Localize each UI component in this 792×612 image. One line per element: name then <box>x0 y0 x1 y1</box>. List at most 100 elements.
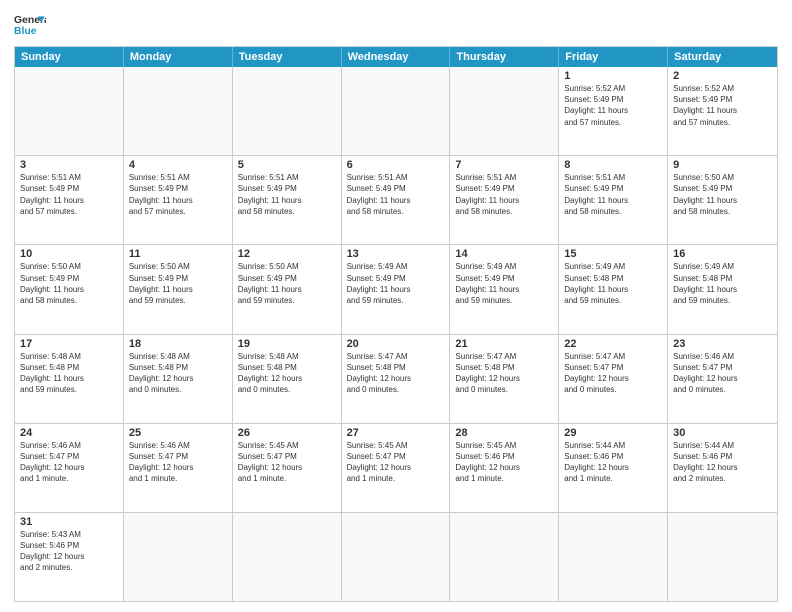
calendar-cell: 14Sunrise: 5:49 AM Sunset: 5:49 PM Dayli… <box>450 245 559 333</box>
weekday-header-friday: Friday <box>559 47 668 67</box>
day-number: 17 <box>20 338 118 350</box>
calendar-cell <box>124 513 233 601</box>
day-number: 28 <box>455 427 553 439</box>
calendar-cell: 23Sunrise: 5:46 AM Sunset: 5:47 PM Dayli… <box>668 335 777 423</box>
calendar-cell: 27Sunrise: 5:45 AM Sunset: 5:47 PM Dayli… <box>342 424 451 512</box>
day-info: Sunrise: 5:51 AM Sunset: 5:49 PM Dayligh… <box>20 172 118 217</box>
day-number: 18 <box>129 338 227 350</box>
calendar-cell: 8Sunrise: 5:51 AM Sunset: 5:49 PM Daylig… <box>559 156 668 244</box>
day-number: 19 <box>238 338 336 350</box>
day-number: 24 <box>20 427 118 439</box>
weekday-header-saturday: Saturday <box>668 47 777 67</box>
day-info: Sunrise: 5:46 AM Sunset: 5:47 PM Dayligh… <box>129 440 227 485</box>
day-info: Sunrise: 5:49 AM Sunset: 5:49 PM Dayligh… <box>455 261 553 306</box>
day-number: 12 <box>238 248 336 260</box>
weekday-header-thursday: Thursday <box>450 47 559 67</box>
day-info: Sunrise: 5:43 AM Sunset: 5:46 PM Dayligh… <box>20 529 118 574</box>
day-number: 30 <box>673 427 772 439</box>
day-number: 26 <box>238 427 336 439</box>
calendar-row-4: 24Sunrise: 5:46 AM Sunset: 5:47 PM Dayli… <box>15 423 777 512</box>
calendar-cell: 29Sunrise: 5:44 AM Sunset: 5:46 PM Dayli… <box>559 424 668 512</box>
day-info: Sunrise: 5:51 AM Sunset: 5:49 PM Dayligh… <box>564 172 662 217</box>
day-number: 3 <box>20 159 118 171</box>
day-number: 1 <box>564 70 662 82</box>
weekday-header-tuesday: Tuesday <box>233 47 342 67</box>
calendar-cell: 1Sunrise: 5:52 AM Sunset: 5:49 PM Daylig… <box>559 67 668 155</box>
calendar-body: 1Sunrise: 5:52 AM Sunset: 5:49 PM Daylig… <box>15 67 777 601</box>
calendar-cell: 12Sunrise: 5:50 AM Sunset: 5:49 PM Dayli… <box>233 245 342 333</box>
day-info: Sunrise: 5:51 AM Sunset: 5:49 PM Dayligh… <box>238 172 336 217</box>
day-info: Sunrise: 5:46 AM Sunset: 5:47 PM Dayligh… <box>20 440 118 485</box>
calendar-row-5: 31Sunrise: 5:43 AM Sunset: 5:46 PM Dayli… <box>15 512 777 601</box>
day-number: 14 <box>455 248 553 260</box>
header: General Blue <box>14 10 778 42</box>
page: General Blue SundayMondayTuesdayWednesda… <box>0 0 792 612</box>
calendar-cell: 11Sunrise: 5:50 AM Sunset: 5:49 PM Dayli… <box>124 245 233 333</box>
day-info: Sunrise: 5:50 AM Sunset: 5:49 PM Dayligh… <box>238 261 336 306</box>
day-number: 15 <box>564 248 662 260</box>
day-number: 5 <box>238 159 336 171</box>
day-number: 11 <box>129 248 227 260</box>
day-number: 4 <box>129 159 227 171</box>
day-number: 6 <box>347 159 445 171</box>
day-info: Sunrise: 5:51 AM Sunset: 5:49 PM Dayligh… <box>455 172 553 217</box>
day-number: 22 <box>564 338 662 350</box>
day-info: Sunrise: 5:49 AM Sunset: 5:49 PM Dayligh… <box>347 261 445 306</box>
calendar-cell: 31Sunrise: 5:43 AM Sunset: 5:46 PM Dayli… <box>15 513 124 601</box>
day-info: Sunrise: 5:52 AM Sunset: 5:49 PM Dayligh… <box>673 83 772 128</box>
calendar-cell <box>450 513 559 601</box>
calendar-cell: 20Sunrise: 5:47 AM Sunset: 5:48 PM Dayli… <box>342 335 451 423</box>
day-info: Sunrise: 5:48 AM Sunset: 5:48 PM Dayligh… <box>129 351 227 396</box>
calendar-cell <box>233 513 342 601</box>
calendar-cell: 3Sunrise: 5:51 AM Sunset: 5:49 PM Daylig… <box>15 156 124 244</box>
calendar-cell: 17Sunrise: 5:48 AM Sunset: 5:48 PM Dayli… <box>15 335 124 423</box>
day-number: 20 <box>347 338 445 350</box>
day-number: 2 <box>673 70 772 82</box>
calendar-cell: 5Sunrise: 5:51 AM Sunset: 5:49 PM Daylig… <box>233 156 342 244</box>
calendar-cell: 6Sunrise: 5:51 AM Sunset: 5:49 PM Daylig… <box>342 156 451 244</box>
calendar-cell: 19Sunrise: 5:48 AM Sunset: 5:48 PM Dayli… <box>233 335 342 423</box>
day-info: Sunrise: 5:46 AM Sunset: 5:47 PM Dayligh… <box>673 351 772 396</box>
day-info: Sunrise: 5:45 AM Sunset: 5:46 PM Dayligh… <box>455 440 553 485</box>
day-number: 31 <box>20 516 118 528</box>
day-info: Sunrise: 5:50 AM Sunset: 5:49 PM Dayligh… <box>673 172 772 217</box>
calendar-cell: 28Sunrise: 5:45 AM Sunset: 5:46 PM Dayli… <box>450 424 559 512</box>
calendar-cell: 4Sunrise: 5:51 AM Sunset: 5:49 PM Daylig… <box>124 156 233 244</box>
calendar-cell <box>15 67 124 155</box>
day-number: 27 <box>347 427 445 439</box>
day-number: 13 <box>347 248 445 260</box>
calendar-cell <box>450 67 559 155</box>
day-info: Sunrise: 5:49 AM Sunset: 5:48 PM Dayligh… <box>673 261 772 306</box>
day-number: 25 <box>129 427 227 439</box>
calendar-header: SundayMondayTuesdayWednesdayThursdayFrid… <box>15 47 777 67</box>
calendar-cell <box>342 513 451 601</box>
day-number: 29 <box>564 427 662 439</box>
day-number: 21 <box>455 338 553 350</box>
day-info: Sunrise: 5:48 AM Sunset: 5:48 PM Dayligh… <box>20 351 118 396</box>
day-info: Sunrise: 5:51 AM Sunset: 5:49 PM Dayligh… <box>347 172 445 217</box>
calendar-cell: 18Sunrise: 5:48 AM Sunset: 5:48 PM Dayli… <box>124 335 233 423</box>
day-number: 10 <box>20 248 118 260</box>
calendar-cell <box>124 67 233 155</box>
calendar-cell: 25Sunrise: 5:46 AM Sunset: 5:47 PM Dayli… <box>124 424 233 512</box>
day-info: Sunrise: 5:44 AM Sunset: 5:46 PM Dayligh… <box>673 440 772 485</box>
weekday-header-sunday: Sunday <box>15 47 124 67</box>
calendar-cell <box>668 513 777 601</box>
calendar-cell: 9Sunrise: 5:50 AM Sunset: 5:49 PM Daylig… <box>668 156 777 244</box>
calendar-cell: 30Sunrise: 5:44 AM Sunset: 5:46 PM Dayli… <box>668 424 777 512</box>
day-info: Sunrise: 5:44 AM Sunset: 5:46 PM Dayligh… <box>564 440 662 485</box>
day-info: Sunrise: 5:48 AM Sunset: 5:48 PM Dayligh… <box>238 351 336 396</box>
day-info: Sunrise: 5:47 AM Sunset: 5:48 PM Dayligh… <box>455 351 553 396</box>
day-info: Sunrise: 5:52 AM Sunset: 5:49 PM Dayligh… <box>564 83 662 128</box>
calendar-cell: 2Sunrise: 5:52 AM Sunset: 5:49 PM Daylig… <box>668 67 777 155</box>
calendar: SundayMondayTuesdayWednesdayThursdayFrid… <box>14 46 778 602</box>
calendar-cell: 7Sunrise: 5:51 AM Sunset: 5:49 PM Daylig… <box>450 156 559 244</box>
logo: General Blue <box>14 10 46 42</box>
calendar-cell <box>233 67 342 155</box>
svg-text:Blue: Blue <box>14 26 37 37</box>
calendar-cell: 24Sunrise: 5:46 AM Sunset: 5:47 PM Dayli… <box>15 424 124 512</box>
calendar-cell: 21Sunrise: 5:47 AM Sunset: 5:48 PM Dayli… <box>450 335 559 423</box>
day-number: 7 <box>455 159 553 171</box>
day-info: Sunrise: 5:50 AM Sunset: 5:49 PM Dayligh… <box>20 261 118 306</box>
day-number: 16 <box>673 248 772 260</box>
